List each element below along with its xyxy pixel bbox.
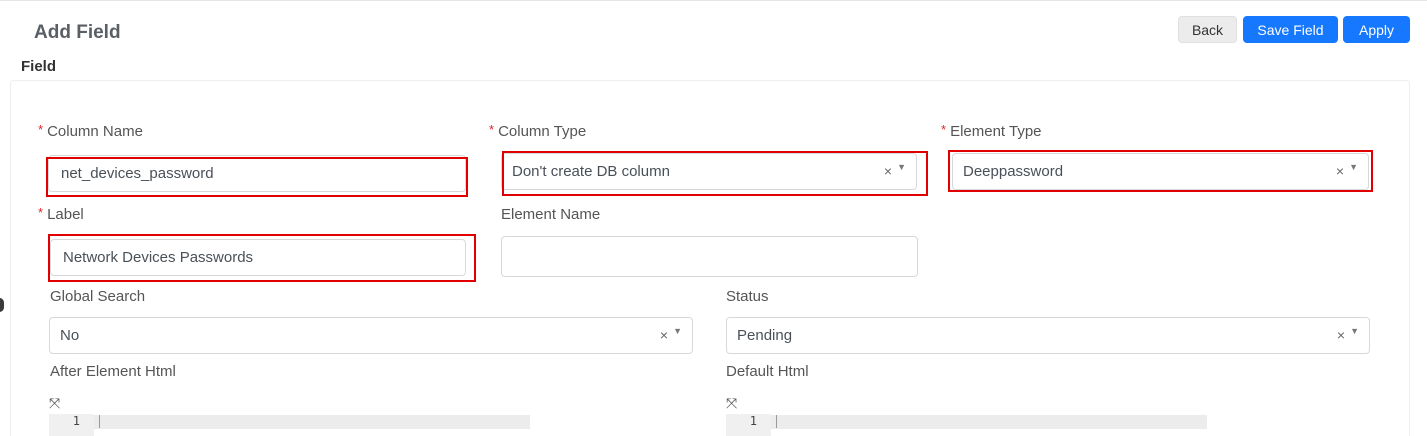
status-label: Status	[726, 288, 769, 305]
label-input[interactable]: Network Devices Passwords	[50, 239, 466, 276]
line-number-gutter: 1	[726, 414, 771, 436]
after-element-html-label: After Element Html	[50, 363, 176, 380]
required-mark: *	[38, 122, 44, 137]
label-value: Network Devices Passwords	[63, 249, 254, 266]
column-type-value: Don't create DB column	[512, 163, 670, 180]
save-field-button[interactable]: Save Field	[1243, 16, 1338, 43]
clear-icon[interactable]: ×	[1337, 327, 1345, 343]
back-button[interactable]: Back	[1178, 16, 1237, 43]
global-search-select[interactable]: No × ▼	[49, 317, 693, 354]
default-html-editor[interactable]	[726, 415, 1207, 429]
chevron-down-icon[interactable]: ▼	[673, 326, 682, 336]
clear-icon[interactable]: ×	[1336, 163, 1344, 179]
element-type-select[interactable]: Deeppassword × ▼	[952, 153, 1369, 190]
column-type-label: * Column Type	[489, 122, 587, 140]
chevron-down-icon[interactable]: ▼	[1350, 326, 1359, 336]
status-select[interactable]: Pending × ▼	[726, 317, 1370, 354]
page-title: Add Field	[34, 22, 121, 43]
clear-icon[interactable]: ×	[884, 163, 892, 179]
column-name-value: net_devices_password	[61, 165, 214, 182]
expand-icon[interactable]: ⤧	[726, 395, 737, 412]
element-name-label: Element Name	[501, 206, 601, 223]
default-html-label: Default Html	[726, 363, 809, 380]
global-search-label: Global Search	[50, 288, 146, 305]
element-type-value: Deeppassword	[963, 163, 1064, 180]
required-mark: *	[941, 122, 947, 137]
required-mark: *	[489, 122, 495, 137]
after-element-html-editor[interactable]	[49, 415, 530, 429]
column-name-label: * Column Name	[38, 122, 143, 140]
edge-handle	[0, 298, 4, 312]
global-search-value: No	[60, 327, 80, 344]
status-value: Pending	[737, 327, 793, 344]
editor-cursor	[99, 415, 100, 428]
element-name-input[interactable]	[501, 236, 918, 277]
chevron-down-icon[interactable]: ▼	[1349, 162, 1358, 172]
label-field-label: * Label	[38, 205, 84, 223]
editor-cursor	[776, 415, 777, 428]
apply-button[interactable]: Apply	[1343, 16, 1410, 43]
top-border	[0, 0, 1427, 1]
clear-icon[interactable]: ×	[660, 327, 668, 343]
chevron-down-icon[interactable]: ▼	[897, 162, 906, 172]
column-type-select[interactable]: Don't create DB column × ▼	[501, 153, 917, 190]
section-title: Field	[21, 58, 57, 75]
line-number-gutter: 1	[49, 414, 94, 436]
element-type-label: * Element Type	[941, 122, 1042, 140]
required-mark: *	[38, 205, 44, 220]
column-name-input[interactable]: net_devices_password	[48, 155, 466, 192]
expand-icon[interactable]: ⤧	[49, 395, 60, 412]
